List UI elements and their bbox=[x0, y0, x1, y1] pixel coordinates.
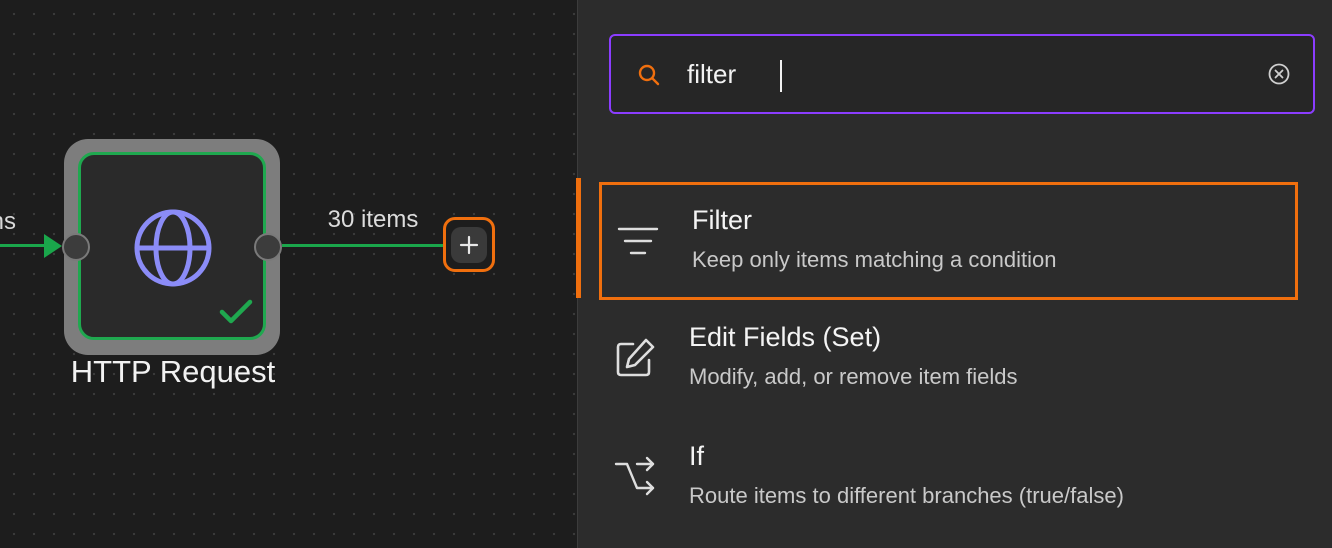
add-node-button[interactable] bbox=[443, 217, 495, 272]
node-title: HTTP Request bbox=[70, 354, 276, 389]
incoming-edge[interactable] bbox=[0, 244, 48, 247]
filter-lines-icon bbox=[617, 227, 659, 255]
incoming-edge-arrow bbox=[44, 234, 62, 258]
text-cursor bbox=[780, 60, 782, 92]
active-result-indicator bbox=[576, 178, 581, 298]
result-description: Keep only items matching a condition bbox=[692, 247, 1057, 272]
edit-square-icon bbox=[616, 338, 655, 377]
result-description: Route items to different branches (true/… bbox=[689, 483, 1124, 508]
app-root: ns HTTP Request 30 items bbox=[0, 0, 1332, 548]
search-input[interactable] bbox=[687, 50, 1247, 98]
outgoing-edge[interactable] bbox=[282, 244, 446, 247]
result-item-filter[interactable]: Filter Keep only items matching a condit… bbox=[599, 182, 1298, 300]
workflow-canvas[interactable]: ns HTTP Request 30 items bbox=[0, 0, 577, 548]
branch-arrows-icon bbox=[614, 456, 655, 496]
globe-icon bbox=[134, 209, 212, 287]
search-icon bbox=[638, 64, 660, 86]
plus-icon bbox=[459, 235, 479, 254]
incoming-edge-label: ns bbox=[0, 208, 16, 235]
result-description: Modify, add, or remove item fields bbox=[689, 364, 1018, 389]
result-item-edit-fields[interactable]: Edit Fields (Set) Modify, add, or remove… bbox=[599, 302, 1298, 420]
edge-item-count: 30 items bbox=[327, 206, 419, 233]
checkmark-icon bbox=[219, 299, 253, 324]
node-input-port[interactable] bbox=[62, 233, 90, 261]
result-title: Edit Fields (Set) bbox=[689, 322, 882, 352]
result-title: If bbox=[689, 441, 705, 471]
node-creator-panel: Filter Keep only items matching a condit… bbox=[576, 0, 1332, 548]
result-title: Filter bbox=[692, 205, 752, 235]
result-item-if[interactable]: If Route items to different branches (tr… bbox=[599, 421, 1298, 539]
clear-circle-icon[interactable] bbox=[1267, 62, 1291, 86]
node-output-port[interactable] bbox=[254, 233, 282, 261]
node-search-box[interactable] bbox=[609, 34, 1315, 114]
